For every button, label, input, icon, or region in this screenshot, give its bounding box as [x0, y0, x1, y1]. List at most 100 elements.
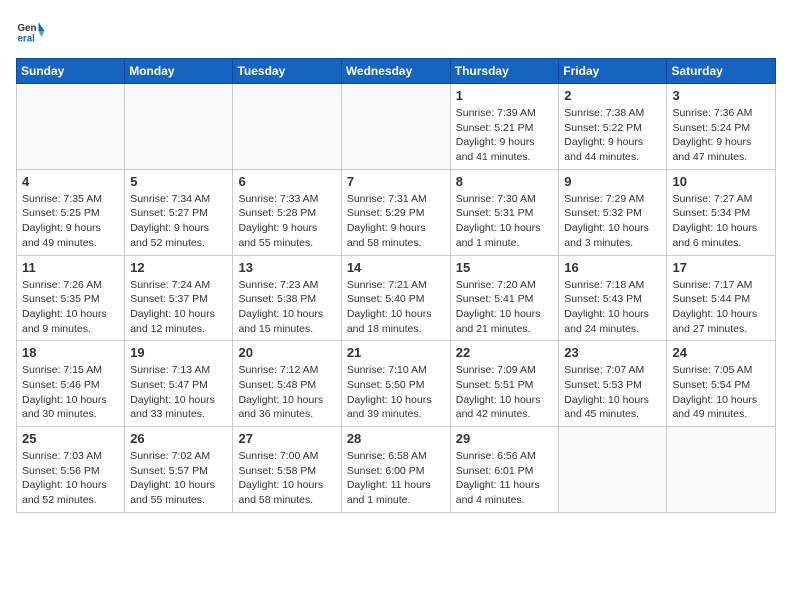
- calendar-week-row: 18 Sunrise: 7:15 AMSunset: 5:46 PMDayligh…: [17, 341, 776, 427]
- cell-info-text: Sunrise: 7:17 AMSunset: 5:44 PMDaylight:…: [672, 278, 770, 337]
- cell-info-text: Sunrise: 7:38 AMSunset: 5:22 PMDaylight:…: [564, 106, 661, 165]
- calendar-week-row: 4 Sunrise: 7:35 AMSunset: 5:25 PMDaylight…: [17, 169, 776, 255]
- cell-info-text: Sunrise: 7:39 AMSunset: 5:21 PMDaylight:…: [456, 106, 554, 165]
- calendar-cell: 19 Sunrise: 7:13 AMSunset: 5:47 PMDayligh…: [125, 341, 233, 427]
- cell-info-text: Sunrise: 6:58 AMSunset: 6:00 PMDaylight:…: [347, 449, 445, 508]
- cell-day-number: 14: [347, 260, 445, 275]
- calendar-cell: 4 Sunrise: 7:35 AMSunset: 5:25 PMDaylight…: [17, 169, 125, 255]
- calendar-cell: [559, 427, 667, 513]
- calendar-cell: 21Sunrise: 7:10 AMSunset: 5:50 PMDayligh…: [341, 341, 450, 427]
- calendar-cell: 13 Sunrise: 7:23 AMSunset: 5:38 PMDayligh…: [233, 255, 341, 341]
- calendar-cell: 23 Sunrise: 7:07 AMSunset: 5:53 PMDayligh…: [559, 341, 667, 427]
- svg-text:Gen: Gen: [18, 23, 37, 34]
- calendar-cell: 24 Sunrise: 7:05 AMSunset: 5:54 PMDayligh…: [667, 341, 776, 427]
- calendar-cell: 14 Sunrise: 7:21 AMSunset: 5:40 PMDayligh…: [341, 255, 450, 341]
- calendar-cell: [125, 84, 233, 170]
- cell-day-number: 23: [564, 345, 661, 360]
- calendar-cell: 28 Sunrise: 6:58 AMSunset: 6:00 PMDayligh…: [341, 427, 450, 513]
- cell-info-text: Sunrise: 7:20 AMSunset: 5:41 PMDaylight:…: [456, 278, 554, 337]
- cell-info-text: Sunrise: 7:34 AMSunset: 5:27 PMDaylight:…: [130, 192, 227, 251]
- weekday-header: Thursday: [450, 59, 559, 84]
- cell-info-text: Sunrise: 7:05 AMSunset: 5:54 PMDaylight:…: [672, 363, 770, 422]
- calendar-cell: 8Sunrise: 7:30 AMSunset: 5:31 PMDaylight…: [450, 169, 559, 255]
- calendar-cell: 11Sunrise: 7:26 AMSunset: 5:35 PMDayligh…: [17, 255, 125, 341]
- cell-day-number: 15: [456, 260, 554, 275]
- calendar-cell: 17 Sunrise: 7:17 AMSunset: 5:44 PMDayligh…: [667, 255, 776, 341]
- cell-day-number: 1: [456, 88, 554, 103]
- calendar-cell: 7 Sunrise: 7:31 AMSunset: 5:29 PMDaylight…: [341, 169, 450, 255]
- calendar-cell: 12 Sunrise: 7:24 AMSunset: 5:37 PMDayligh…: [125, 255, 233, 341]
- calendar-cell: [17, 84, 125, 170]
- cell-day-number: 19: [130, 345, 227, 360]
- cell-day-number: 22: [456, 345, 554, 360]
- calendar-cell: 5 Sunrise: 7:34 AMSunset: 5:27 PMDaylight…: [125, 169, 233, 255]
- cell-day-number: 9: [564, 174, 661, 189]
- calendar-cell: [341, 84, 450, 170]
- cell-info-text: Sunrise: 7:33 AMSunset: 5:28 PMDaylight:…: [238, 192, 335, 251]
- cell-day-number: 24: [672, 345, 770, 360]
- calendar-cell: 10 Sunrise: 7:27 AMSunset: 5:34 PMDayligh…: [667, 169, 776, 255]
- weekday-header: Friday: [559, 59, 667, 84]
- calendar-cell: 16 Sunrise: 7:18 AMSunset: 5:43 PMDayligh…: [559, 255, 667, 341]
- calendar-cell: [233, 84, 341, 170]
- cell-day-number: 2: [564, 88, 661, 103]
- cell-day-number: 29: [456, 431, 554, 446]
- cell-day-number: 7: [347, 174, 445, 189]
- cell-day-number: 20: [238, 345, 335, 360]
- cell-day-number: 3: [672, 88, 770, 103]
- calendar-table: SundayMondayTuesdayWednesdayThursdayFrid…: [16, 58, 776, 513]
- cell-day-number: 4: [22, 174, 119, 189]
- cell-info-text: Sunrise: 7:27 AMSunset: 5:34 PMDaylight:…: [672, 192, 770, 251]
- calendar-cell: 22 Sunrise: 7:09 AMSunset: 5:51 PMDayligh…: [450, 341, 559, 427]
- logo-icon: Gen eral: [16, 16, 46, 46]
- svg-text:eral: eral: [18, 34, 36, 45]
- cell-info-text: Sunrise: 7:07 AMSunset: 5:53 PMDaylight:…: [564, 363, 661, 422]
- calendar-cell: 15 Sunrise: 7:20 AMSunset: 5:41 PMDayligh…: [450, 255, 559, 341]
- calendar-cell: 9 Sunrise: 7:29 AMSunset: 5:32 PMDaylight…: [559, 169, 667, 255]
- cell-info-text: Sunrise: 7:21 AMSunset: 5:40 PMDaylight:…: [347, 278, 445, 337]
- cell-day-number: 16: [564, 260, 661, 275]
- cell-day-number: 17: [672, 260, 770, 275]
- cell-day-number: 27: [238, 431, 335, 446]
- cell-day-number: 25: [22, 431, 119, 446]
- cell-info-text: Sunrise: 7:18 AMSunset: 5:43 PMDaylight:…: [564, 278, 661, 337]
- weekday-header: Tuesday: [233, 59, 341, 84]
- cell-day-number: 26: [130, 431, 227, 446]
- cell-day-number: 13: [238, 260, 335, 275]
- cell-day-number: 11: [22, 260, 119, 275]
- cell-day-number: 5: [130, 174, 227, 189]
- cell-info-text: Sunrise: 7:03 AMSunset: 5:56 PMDaylight:…: [22, 449, 119, 508]
- cell-info-text: Sunrise: 7:35 AMSunset: 5:25 PMDaylight:…: [22, 192, 119, 251]
- cell-day-number: 21: [347, 345, 445, 360]
- calendar-week-row: 25 Sunrise: 7:03 AMSunset: 5:56 PMDayligh…: [17, 427, 776, 513]
- cell-info-text: Sunrise: 7:12 AMSunset: 5:48 PMDaylight:…: [238, 363, 335, 422]
- cell-day-number: 28: [347, 431, 445, 446]
- cell-info-text: Sunrise: 7:31 AMSunset: 5:29 PMDaylight:…: [347, 192, 445, 251]
- cell-info-text: Sunrise: 7:09 AMSunset: 5:51 PMDaylight:…: [456, 363, 554, 422]
- cell-info-text: Sunrise: 7:13 AMSunset: 5:47 PMDaylight:…: [130, 363, 227, 422]
- page-header: Gen eral: [16, 16, 776, 46]
- weekday-header: Sunday: [17, 59, 125, 84]
- cell-day-number: 10: [672, 174, 770, 189]
- weekday-header: Monday: [125, 59, 233, 84]
- cell-info-text: Sunrise: 7:23 AMSunset: 5:38 PMDaylight:…: [238, 278, 335, 337]
- weekday-header: Wednesday: [341, 59, 450, 84]
- calendar-week-row: 11Sunrise: 7:26 AMSunset: 5:35 PMDayligh…: [17, 255, 776, 341]
- logo: Gen eral: [16, 16, 50, 46]
- calendar-week-row: 1 Sunrise: 7:39 AMSunset: 5:21 PMDaylight…: [17, 84, 776, 170]
- cell-info-text: Sunrise: 7:29 AMSunset: 5:32 PMDaylight:…: [564, 192, 661, 251]
- cell-info-text: Sunrise: 7:15 AMSunset: 5:46 PMDaylight:…: [22, 363, 119, 422]
- cell-info-text: Sunrise: 7:02 AMSunset: 5:57 PMDaylight:…: [130, 449, 227, 508]
- cell-day-number: 18: [22, 345, 119, 360]
- calendar-cell: 6 Sunrise: 7:33 AMSunset: 5:28 PMDaylight…: [233, 169, 341, 255]
- calendar-cell: 27Sunrise: 7:00 AMSunset: 5:58 PMDayligh…: [233, 427, 341, 513]
- cell-info-text: Sunrise: 6:56 AMSunset: 6:01 PMDaylight:…: [456, 449, 554, 508]
- calendar-cell: 1 Sunrise: 7:39 AMSunset: 5:21 PMDaylight…: [450, 84, 559, 170]
- calendar-cell: 3Sunrise: 7:36 AMSunset: 5:24 PMDaylight…: [667, 84, 776, 170]
- weekday-header-row: SundayMondayTuesdayWednesdayThursdayFrid…: [17, 59, 776, 84]
- calendar-cell: 2 Sunrise: 7:38 AMSunset: 5:22 PMDaylight…: [559, 84, 667, 170]
- cell-day-number: 6: [238, 174, 335, 189]
- cell-info-text: Sunrise: 7:24 AMSunset: 5:37 PMDaylight:…: [130, 278, 227, 337]
- calendar-cell: 20 Sunrise: 7:12 AMSunset: 5:48 PMDayligh…: [233, 341, 341, 427]
- cell-day-number: 12: [130, 260, 227, 275]
